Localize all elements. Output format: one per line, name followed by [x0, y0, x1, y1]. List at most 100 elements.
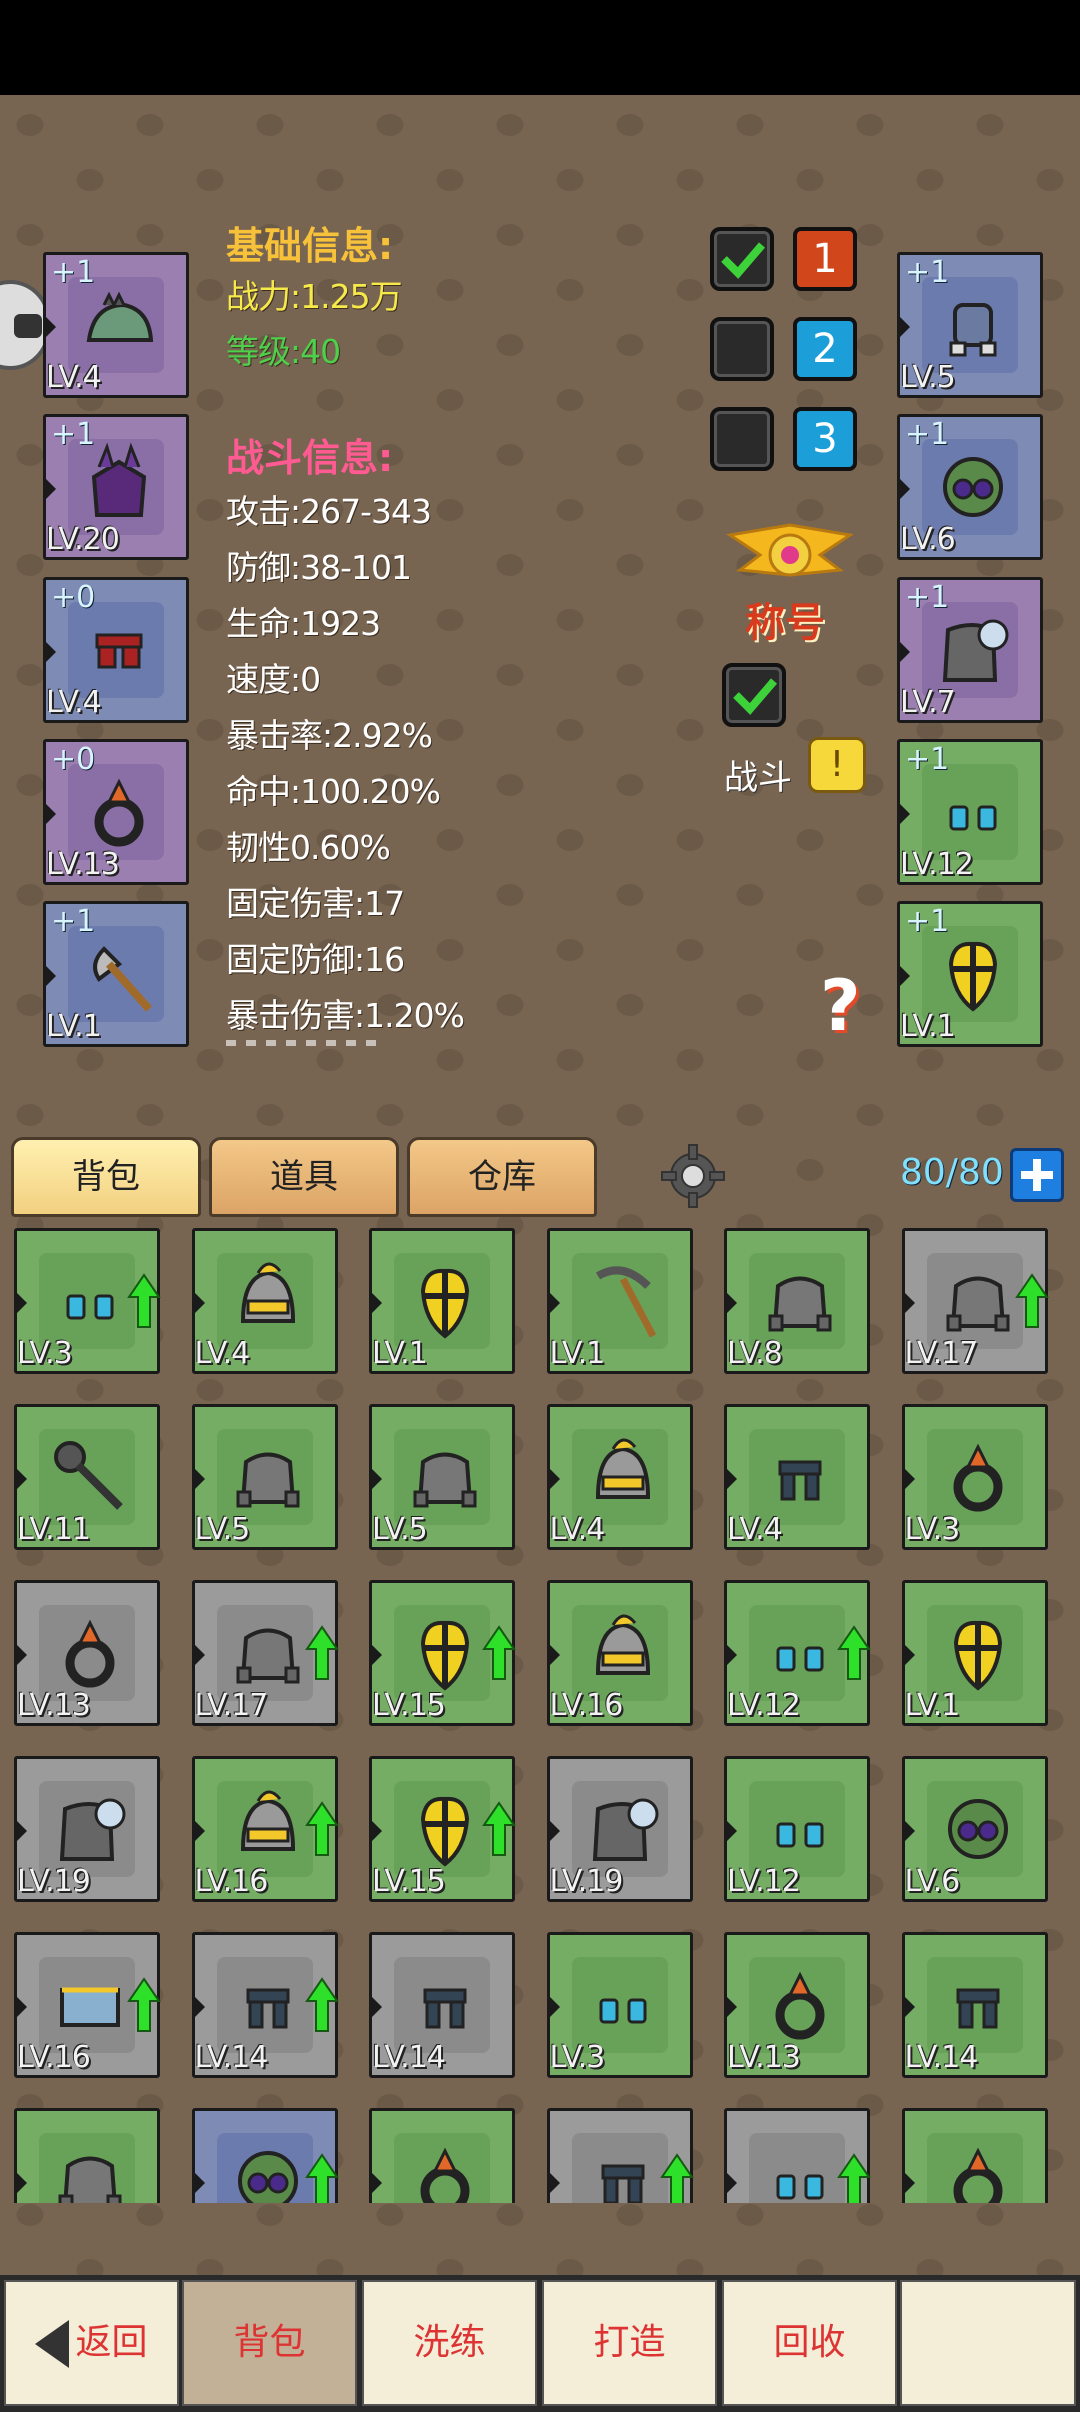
item-level: LV.6	[904, 1864, 961, 1899]
slot-notch	[192, 1291, 205, 1315]
equipped_right-slot[interactable]: +1 LV.6	[897, 414, 1043, 560]
equipped_right-slot[interactable]: +1 LV.12	[897, 739, 1043, 885]
slot-notch	[44, 315, 56, 339]
inventory-item[interactable]: LV.3	[14, 1228, 161, 1374]
inventory-item[interactable]: LV.4	[546, 1404, 693, 1550]
inventory-item[interactable]: LV.1	[369, 1228, 515, 1374]
back-label: 返回	[75, 2322, 148, 2363]
back-button[interactable]: 返回	[4, 2280, 179, 2406]
preset-checkbox[interactable]	[710, 227, 774, 291]
expand-capacity-button[interactable]	[1010, 1148, 1064, 1202]
battle-title-checkbox[interactable]	[722, 663, 786, 727]
inventory-item[interactable]: LV.4	[724, 1404, 870, 1550]
inventory-item[interactable]: LV.6	[901, 1756, 1048, 1902]
inventory-item[interactable]	[901, 2108, 1048, 2203]
tab-0[interactable]: 背包	[11, 1137, 201, 1217]
inventory-item[interactable]: LV.17	[901, 1228, 1049, 1374]
inventory-item[interactable]: LV.13	[724, 1932, 870, 2078]
item-level: LV.17	[194, 1688, 269, 1723]
item-level: LV.12	[900, 847, 974, 882]
inventory-item[interactable]	[369, 2108, 515, 2203]
equipped_left-slot[interactable]: +1 LV.4	[43, 252, 189, 398]
inventory-item[interactable]: LV.19	[14, 1756, 160, 1902]
inventory-item[interactable]: LV.1	[901, 1580, 1048, 1726]
inventory-item[interactable]: LV.8	[724, 1228, 870, 1374]
item-level: LV.7	[900, 685, 956, 720]
help-icon[interactable]: ?	[820, 965, 861, 1047]
item-level: LV.1	[372, 1336, 428, 1371]
item-level: LV.11	[17, 1512, 91, 1547]
slot-notch	[192, 1467, 205, 1491]
equipped_right-slot[interactable]: +1 LV.5	[897, 252, 1043, 398]
inventory-item[interactable]: LV.14	[369, 1932, 515, 2078]
equipped_left-slot[interactable]: +1 LV.20	[43, 414, 189, 560]
item-level: LV.13	[17, 1688, 91, 1723]
inventory-item[interactable]: LV.11	[14, 1404, 160, 1550]
inventory-item[interactable]: LV.19	[546, 1756, 693, 1902]
slot-notch	[547, 1819, 560, 1843]
upgrade-arrow-icon	[127, 1273, 161, 1329]
inventory-item[interactable]: LV.15	[369, 1756, 516, 1902]
nav-item-3[interactable]: 回收	[722, 2280, 897, 2406]
preset-number-button[interactable]: 2	[793, 317, 857, 381]
equipped_right-slot[interactable]: +1 LV.1	[897, 901, 1043, 1047]
item-level: LV.16	[17, 2040, 91, 2075]
inventory-item[interactable]	[191, 2108, 339, 2203]
slot-notch	[547, 1291, 560, 1315]
item-level: LV.1	[904, 1688, 961, 1723]
combat-stat: 速度:0	[226, 660, 321, 699]
item-level: LV.16	[194, 1864, 269, 1899]
inventory-item[interactable]: LV.3	[546, 1932, 693, 2078]
inventory-item[interactable]: LV.14	[901, 1932, 1048, 2078]
equipped_left-slot[interactable]: +0 LV.4	[43, 577, 189, 723]
inventory-grid[interactable]: LV.3 LV.4 LV.1 LV.1 LV.8 LV.17 LV.11 LV.5 LV.5 LV…	[0, 1220, 1080, 2203]
inventory-item[interactable]: LV.16	[191, 1756, 339, 1902]
inventory-item[interactable]	[724, 2108, 871, 2203]
battle-label: 战斗	[724, 758, 792, 798]
preset-checkbox[interactable]	[710, 407, 774, 471]
slot-notch	[547, 1995, 560, 2019]
inventory-item[interactable]: LV.15	[369, 1580, 516, 1726]
slot-notch	[902, 1643, 915, 1667]
inventory-item[interactable]: LV.5	[191, 1404, 338, 1550]
item-level: LV.16	[549, 1688, 624, 1723]
inventory-item[interactable]: LV.12	[724, 1580, 871, 1726]
inventory-item[interactable]: LV.14	[191, 1932, 339, 2078]
plus-icon	[1021, 1159, 1053, 1191]
nav-item-0[interactable]: 背包	[182, 2280, 357, 2406]
equipped_left-slot[interactable]: +0 LV.13	[43, 739, 189, 885]
enhance-level: +1	[51, 417, 96, 452]
inventory-item[interactable]: LV.12	[724, 1756, 870, 1902]
inventory-item[interactable]: LV.4	[191, 1228, 338, 1374]
tab-1[interactable]: 道具	[209, 1137, 399, 1217]
inventory-item[interactable]: LV.3	[901, 1404, 1048, 1550]
item-level: LV.4	[46, 685, 102, 720]
equipped_left-slot[interactable]: +1 LV.1	[43, 901, 189, 1047]
slot-notch	[902, 1291, 915, 1315]
combat-info-title: 战斗信息:	[226, 436, 394, 480]
title-emblem-icon[interactable]	[710, 515, 870, 595]
battle-alert-icon[interactable]: !	[808, 737, 866, 793]
inventory-item[interactable]: LV.5	[369, 1404, 515, 1550]
inventory-item[interactable]	[14, 2108, 160, 2203]
inventory-item[interactable]	[546, 2108, 694, 2203]
preset-number-button[interactable]: 1	[793, 227, 857, 291]
stats-fade	[226, 1040, 376, 1046]
inventory-item[interactable]: LV.16	[546, 1580, 693, 1726]
inventory-item[interactable]: LV.1	[546, 1228, 693, 1374]
gear-icon[interactable]	[660, 1143, 726, 1209]
slot-notch	[370, 2171, 382, 2195]
preset-checkbox[interactable]	[710, 317, 774, 381]
inventory-item[interactable]: LV.16	[14, 1932, 161, 2078]
inventory-item[interactable]: LV.17	[191, 1580, 339, 1726]
equipped_right-slot[interactable]: +1 LV.7	[897, 577, 1043, 723]
inventory-item[interactable]: LV.13	[14, 1580, 160, 1726]
level-stat: 等级:40	[226, 332, 341, 371]
preset-number-button[interactable]: 3	[793, 407, 857, 471]
upgrade-arrow-icon	[304, 1977, 339, 2033]
upgrade-arrow-icon	[482, 1625, 516, 1681]
tab-2[interactable]: 仓库	[407, 1137, 597, 1217]
nav-item-2[interactable]: 打造	[542, 2280, 717, 2406]
item-level: LV.14	[372, 2040, 446, 2075]
nav-item-1[interactable]: 洗练	[362, 2280, 537, 2406]
